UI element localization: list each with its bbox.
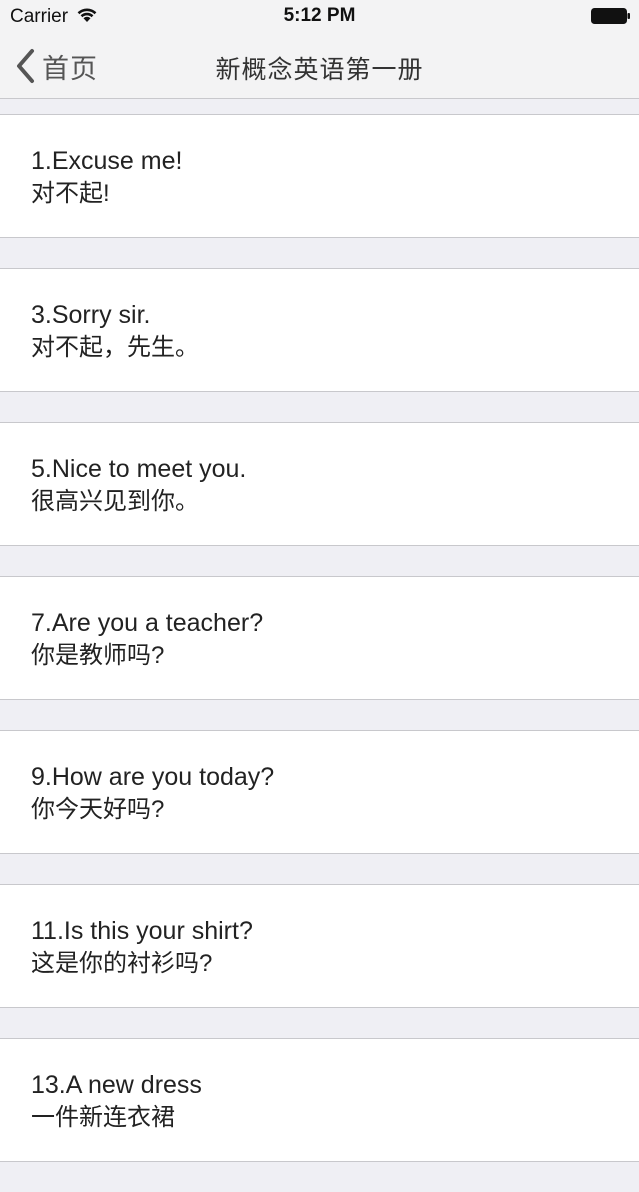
page-title: 新概念英语第一册 [215, 56, 424, 84]
lesson-title-en: 5.Nice to meet you. [31, 455, 247, 483]
top-bar: Carrier 5:12 PM 首页 新概念英语第一册 [0, 0, 639, 99]
list-item[interactable]: 13.A new dress 一件新连衣裙 [0, 1038, 639, 1162]
lesson-title-en: 9.How are you today? [31, 763, 275, 791]
navigation-bar: 首页 新概念英语第一册 [0, 32, 639, 99]
lesson-title-cn: 你是教师吗? [31, 642, 165, 669]
lesson-title-cn: 你今天好吗? [31, 796, 165, 823]
list-item[interactable]: 3.Sorry sir. 对不起，先生。 [0, 268, 639, 392]
status-bar: Carrier 5:12 PM [0, 0, 639, 32]
lesson-title-cn: 很高兴见到你。 [31, 488, 199, 515]
list-item[interactable]: 7.Are you a teacher? 你是教师吗? [0, 576, 639, 700]
lesson-title-en: 7.Are you a teacher? [31, 609, 264, 637]
lesson-title-cn: 对不起! [31, 180, 110, 207]
list-item[interactable]: 11.Is this your shirt? 这是你的衬衫吗? [0, 884, 639, 1008]
lesson-title-cn: 这是你的衬衫吗? [31, 950, 213, 977]
list-item[interactable]: 5.Nice to meet you. 很高兴见到你。 [0, 422, 639, 546]
lesson-title-en: 1.Excuse me! [31, 147, 183, 175]
lesson-title-en: 13.A new dress [31, 1071, 202, 1099]
lesson-list: 1.Excuse me! 对不起! 3.Sorry sir. 对不起，先生。 5… [0, 114, 639, 1192]
lesson-title-en: 3.Sorry sir. [31, 301, 151, 329]
status-time: 5:12 PM [283, 5, 356, 26]
lesson-title-en: 11.Is this your shirt? [31, 917, 253, 945]
battery-icon [591, 8, 630, 24]
list-item[interactable]: 9.How are you today? 你今天好吗? [0, 730, 639, 854]
lesson-title-cn: 一件新连衣裙 [31, 1104, 175, 1131]
list-item[interactable]: 1.Excuse me! 对不起! [0, 114, 639, 238]
lesson-title-cn: 对不起，先生。 [31, 334, 199, 361]
